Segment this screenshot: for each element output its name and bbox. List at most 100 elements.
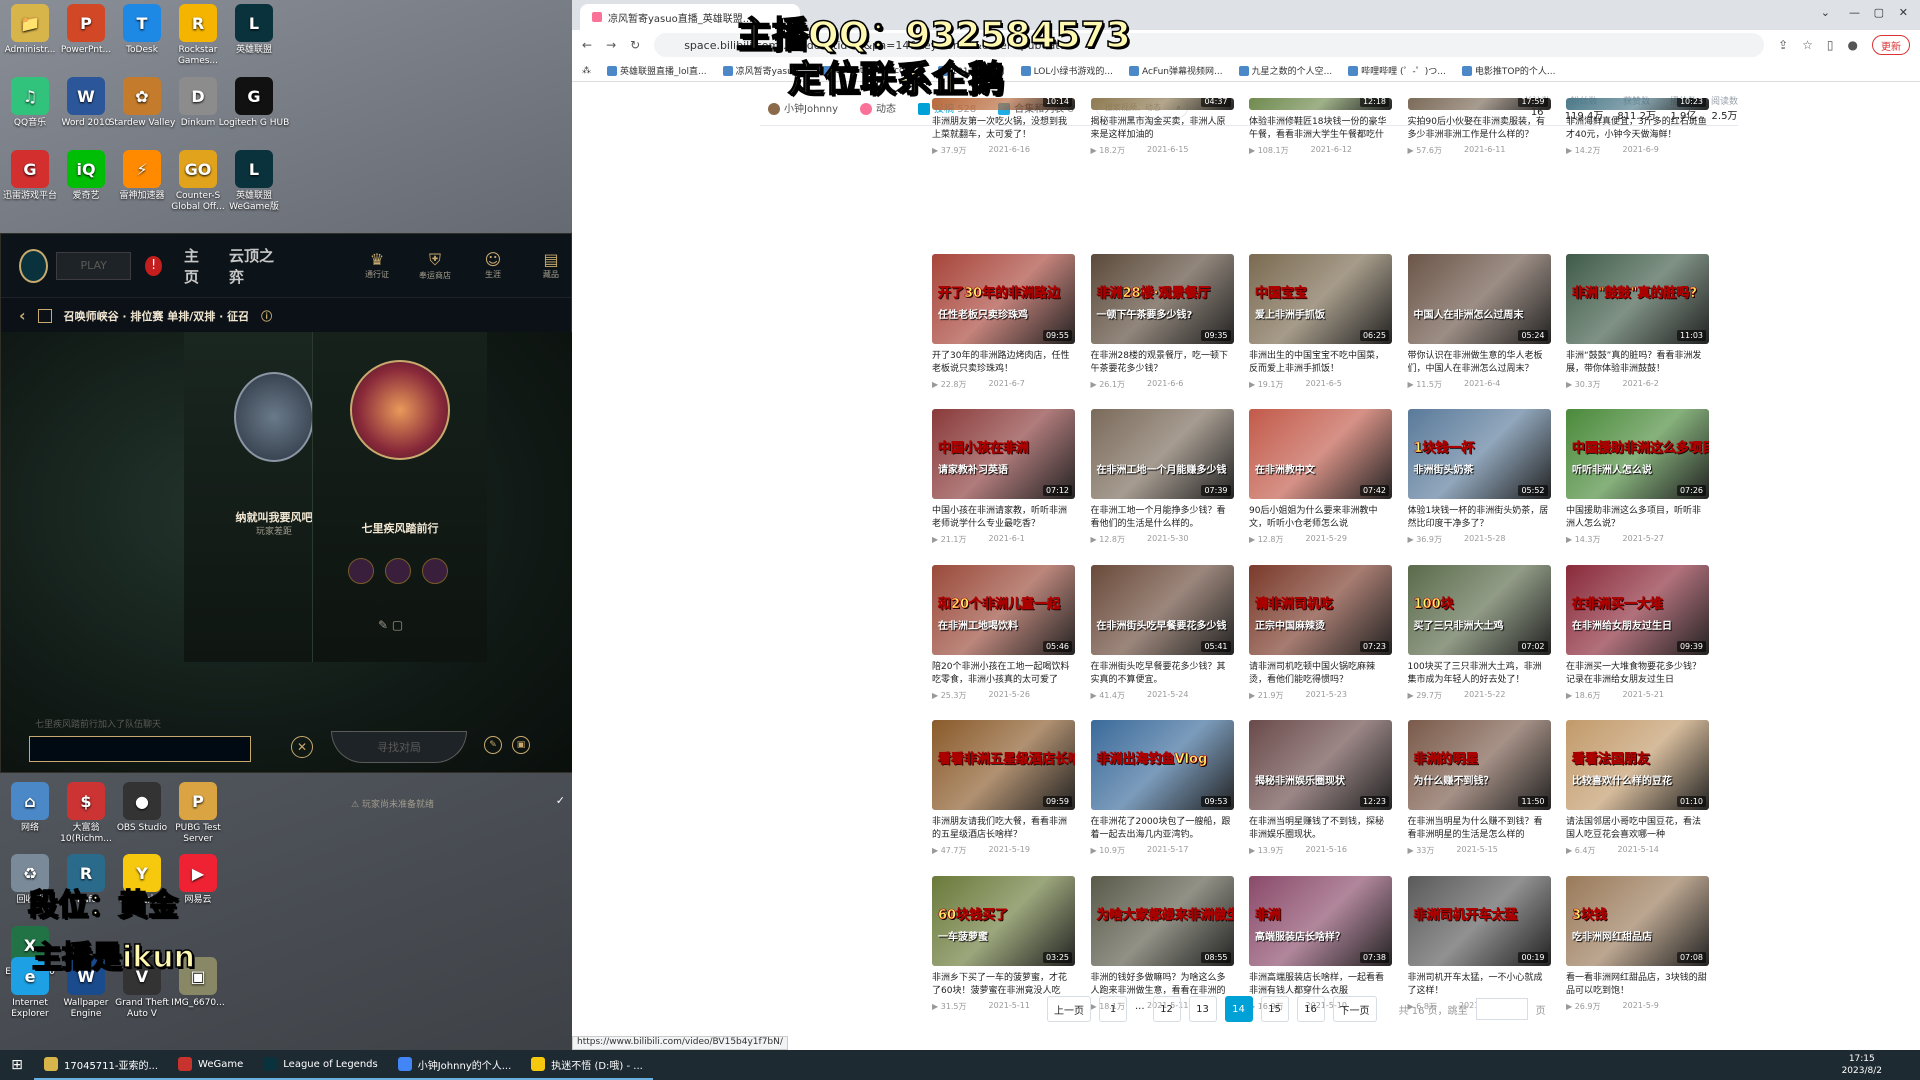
video-thumbnail[interactable]: 为啥大家都想来非洲做生意？ 08:55 bbox=[1090, 875, 1234, 966]
profile-name-tab[interactable]: 小钟Johnny bbox=[768, 100, 838, 115]
video-thumbnail[interactable]: 1块钱一杯 非洲街头奶茶 05:52 bbox=[1407, 409, 1551, 499]
chat-input[interactable] bbox=[29, 736, 251, 762]
back-icon[interactable]: ← bbox=[582, 38, 592, 52]
bookmark-item[interactable]: 英雄联盟直播_lol直... bbox=[607, 64, 707, 77]
maximize-icon[interactable]: ▢ bbox=[1874, 6, 1884, 19]
video-card[interactable]: 10:23 非洲海鲜真便宜，3斤多的红石斑鱼才40元，小钟今天做海鲜！ ▶ 14.2… bbox=[1566, 98, 1709, 243]
video-thumbnail[interactable]: 非洲28楼·观景餐厅 一顿下午茶要多少钱? 09:35 bbox=[1090, 253, 1234, 344]
video-title[interactable]: 在非洲当明星为什么赚不到钱？看看非洲明星的生活是怎么样的 bbox=[1408, 816, 1551, 842]
video-title[interactable]: 看一看非洲网红甜品店，3块钱的甜品可以吃到饱！ bbox=[1566, 972, 1709, 998]
tab-dynamic[interactable]: 动态 bbox=[860, 100, 896, 115]
video-card[interactable]: 中国宝宝 爱上非洲手抓饭 06:25 非洲出生的中国宝宝不吃中国菜，反而爱上非洲手抓饭… bbox=[1249, 253, 1392, 399]
video-thumbnail[interactable]: 非洲出海钓鱼Vlog 09:53 bbox=[1090, 720, 1234, 810]
lol-logo-icon[interactable] bbox=[19, 248, 48, 283]
video-thumbnail[interactable]: 10:23 bbox=[1566, 98, 1709, 110]
video-thumbnail[interactable]: 3块钱 吃非洲网红甜品店 07:08 bbox=[1566, 875, 1709, 966]
profile-avatar-icon[interactable]: ● bbox=[1848, 38, 1858, 52]
next-page-button[interactable]: 下一页 bbox=[1332, 996, 1377, 1022]
nav-store[interactable]: ⛨ 奉运商店 bbox=[415, 250, 455, 281]
video-thumbnail[interactable]: 非洲司机开车太猛 00:19 bbox=[1407, 875, 1551, 966]
bookmark-item[interactable]: 电影推TOP的个人... bbox=[1461, 64, 1555, 77]
video-title[interactable]: 非洲“鼓鼓”真的脏吗？看看非洲发展，带你体验非洲鼓鼓！ bbox=[1566, 350, 1709, 376]
video-card[interactable]: 12:18 体验非洲修鞋匠18块钱一份的豪华午餐，看看非洲大学生午餐都吃什 ▶ 10… bbox=[1249, 98, 1392, 243]
video-card[interactable]: 17:59 实拍90后小伙娶在非洲卖服装，有多少非洲非洲工作是什么样的？ ▶ 57.… bbox=[1407, 98, 1551, 243]
video-card[interactable]: 在非洲买一大堆 在非洲给女朋友过生日 09:39 在非洲买一大堆食物要花多少钱？记录在… bbox=[1566, 564, 1709, 710]
video-card[interactable]: 100块 买了三只非洲大土鸡 07:02 100块买了三只非洲大土鸡，非洲集市成为年轻… bbox=[1407, 564, 1551, 710]
video-thumbnail[interactable]: 看看法国朋友 比较喜欢什么样的豆花 01:10 bbox=[1566, 720, 1709, 810]
video-card[interactable]: 在非洲教中文 07:42 90后小姐姐为什么要来非洲教中文，听听小仓老师怎么说 ▶ 1… bbox=[1249, 409, 1392, 554]
video-title[interactable]: 实拍90后小伙娶在非洲卖服装，有多少非洲非洲工作是什么样的？ bbox=[1408, 116, 1551, 142]
video-title[interactable]: 揭秘非洲黑市淘金买卖，非洲人原来是这样加油的 bbox=[1091, 116, 1234, 142]
video-title[interactable]: 开了30年的非洲路边烤肉店，任性老板说只卖珍珠鸡！ bbox=[932, 350, 1075, 376]
video-title[interactable]: 在非洲买一大堆食物要花多少钱？记录在非洲给女朋友过生日 bbox=[1566, 661, 1709, 687]
video-thumbnail[interactable]: 中国援助非洲这么多项目 听听非洲人怎么说 07:26 bbox=[1566, 409, 1709, 499]
page-button[interactable]: 14 bbox=[1224, 996, 1253, 1022]
bookmark-star-icon[interactable]: ☆ bbox=[1802, 38, 1813, 52]
video-thumbnail[interactable]: 请非洲司机吃 正宗中国麻辣烫 07:23 bbox=[1249, 564, 1392, 655]
page-button[interactable]: 15 bbox=[1260, 996, 1289, 1022]
video-thumbnail[interactable]: 12:18 bbox=[1249, 98, 1392, 110]
page-button[interactable]: 16 bbox=[1296, 996, 1325, 1022]
spell-icon[interactable] bbox=[385, 558, 411, 584]
video-title[interactable]: 非洲高端服装店长啥样，一起看看非洲有钱人都穿什么衣服 bbox=[1249, 972, 1392, 998]
bookmark-item[interactable]: 九星之数的个人空... bbox=[1238, 64, 1332, 77]
video-card[interactable]: 1块钱一杯 非洲街头奶茶 05:52 体验1块钱一杯的非洲街头奶茶，居然比印度干净多了… bbox=[1407, 409, 1551, 554]
nav-pass[interactable]: ♛ 通行证 bbox=[357, 250, 397, 281]
desktop-icon[interactable]: G Logitech G HUB bbox=[218, 75, 290, 147]
video-title[interactable]: 陪20个非洲小孩在工地一起喝饮料吃零食，非洲小孩真的太可爱了 bbox=[932, 661, 1075, 687]
video-card[interactable]: 开了30年的非洲路边 任性老板只卖珍珠鸡 09:55 开了30年的非洲路边烤肉店，任性… bbox=[932, 253, 1075, 399]
taskbar-button[interactable]: League of Legends bbox=[253, 1050, 388, 1080]
video-thumbnail[interactable]: 非洲"鼓鼓"真的脏吗? 11:03 bbox=[1566, 253, 1709, 344]
cancel-queue-button[interactable]: ✕ bbox=[291, 736, 313, 758]
update-button[interactable]: 更新 bbox=[1872, 35, 1910, 55]
page-jump-input[interactable] bbox=[1475, 998, 1528, 1020]
page-button[interactable]: 13 bbox=[1188, 996, 1217, 1022]
video-card[interactable]: 在非洲工地一个月能赚多少钱 07:39 在非洲工地一个月能挣多少钱？看看他们的生活是… bbox=[1090, 409, 1234, 554]
system-clock[interactable]: 17:15 2023/8/2 bbox=[1842, 1053, 1882, 1077]
video-title[interactable]: 体验非洲修鞋匠18块钱一份的豪华午餐，看看非洲大学生午餐都吃什 bbox=[1249, 116, 1392, 142]
alert-icon[interactable]: ! bbox=[145, 255, 162, 276]
prev-page-button[interactable]: 上一页 bbox=[1047, 996, 1091, 1022]
info-icon[interactable]: ⓘ bbox=[261, 308, 272, 324]
video-thumbnail[interactable]: 在非洲街头吃早餐要花多少钱 05:41 bbox=[1090, 564, 1234, 655]
play-button[interactable]: PLAY bbox=[56, 251, 132, 280]
edit-icon[interactable]: ✎ ▢ bbox=[378, 618, 403, 632]
video-title[interactable]: 请非洲司机吃顿中国火锅吃麻辣烫，看他们能吃得惯吗？ bbox=[1249, 661, 1392, 687]
video-title[interactable]: 中国援助非洲这么多项目，听听非洲人怎么说？ bbox=[1566, 505, 1709, 531]
video-card[interactable]: 中国小孩在非洲 请家教补习英语 07:12 中国小孩在非洲请家教，听听非洲老师说学什么… bbox=[932, 409, 1075, 554]
video-card[interactable]: 非洲出海钓鱼Vlog 09:53 在非洲花了2000块包了一艘船，跟着一起去出海几内… bbox=[1090, 720, 1234, 865]
reload-icon[interactable]: ↻ bbox=[630, 38, 640, 52]
video-thumbnail[interactable]: 在非洲工地一个月能赚多少钱 07:39 bbox=[1090, 409, 1234, 499]
video-title[interactable]: 体验1块钱一杯的非洲街头奶茶，居然比印度干净多了？ bbox=[1408, 505, 1551, 531]
video-title[interactable]: 在非洲工地一个月能挣多少钱？看看他们的生活是什么样的。 bbox=[1091, 505, 1234, 531]
chevron-down-icon[interactable]: ⌄ bbox=[1821, 6, 1830, 19]
forward-icon[interactable]: → bbox=[606, 38, 616, 52]
video-thumbnail[interactable]: 揭秘非洲娱乐圈现状 12:23 bbox=[1249, 720, 1392, 810]
desktop-icon[interactable]: L 英雄联盟 bbox=[218, 2, 290, 74]
video-thumbnail[interactable]: 看看非洲五星级酒店长啥样 09:59 bbox=[932, 720, 1075, 810]
bookmark-item[interactable]: LOL小绿书游戏的... bbox=[1020, 64, 1113, 77]
video-card[interactable]: 04:37 揭秘非洲黑市淘金买卖，非洲人原来是这样加油的 ▶ 18.2万 2021-6… bbox=[1090, 98, 1234, 243]
bookmark-item[interactable]: 哔哩哔哩 (゜-゜)つ... bbox=[1348, 64, 1446, 77]
edit-lobby-icon[interactable]: ✎ bbox=[484, 736, 502, 754]
video-card[interactable]: 看看法国朋友 比较喜欢什么样的豆花 01:10 请法国邻居小哥吃中国豆花，看法国人吃豆… bbox=[1566, 720, 1709, 865]
video-thumbnail[interactable]: 04:37 bbox=[1090, 98, 1234, 110]
video-card[interactable]: 中国人在非洲怎么过周末 05:24 带你认识在非洲做生意的华人老板们，中国人在非洲怎… bbox=[1407, 253, 1551, 399]
video-title[interactable]: 非洲朋友请我们吃大餐，看看非洲的五星级酒店长啥样？ bbox=[932, 816, 1075, 842]
nav-profile[interactable]: ☺ 生涯 bbox=[473, 250, 513, 281]
video-title[interactable]: 非洲海鲜真便宜，3斤多的红石斑鱼才40元，小钟今天做海鲜！ bbox=[1566, 116, 1709, 142]
back-chevron-icon[interactable]: ‹ bbox=[19, 306, 26, 325]
bookmark-item[interactable]: AcFun弹幕视频网... bbox=[1128, 64, 1223, 77]
taskbar-button[interactable]: 17045711-亚索的... bbox=[34, 1050, 169, 1080]
video-card[interactable]: 和20个非洲儿童一起 在非洲工地喝饮料 05:46 陪20个非洲小孩在工地一起喝饮料吃… bbox=[932, 564, 1075, 710]
video-title[interactable]: 非洲的钱好多做嘛吗？为啥这么多人跑来非洲做生意，看看在非洲的 bbox=[1091, 972, 1234, 998]
video-card[interactable]: 看看非洲五星级酒店长啥样 09:59 非洲朋友请我们吃大餐，看看非洲的五星级酒店长啥… bbox=[932, 720, 1075, 865]
video-card[interactable]: 在非洲街头吃早餐要花多少钱 05:41 在非洲街头吃早餐要花多少钱？其实真的不算便宜… bbox=[1090, 564, 1234, 710]
emote-icon[interactable] bbox=[422, 558, 448, 584]
nav-tft[interactable]: 云顶之弈 bbox=[229, 245, 279, 287]
video-thumbnail[interactable]: 100块 买了三只非洲大土鸡 07:02 bbox=[1407, 564, 1551, 655]
video-thumbnail[interactable]: 中国宝宝 爱上非洲手抓饭 06:25 bbox=[1249, 253, 1392, 344]
share-icon[interactable]: ⇪ bbox=[1778, 38, 1788, 52]
find-match-button[interactable]: 寻找对局 bbox=[331, 731, 467, 763]
video-title[interactable]: 非洲乡下买了一车的菠萝蜜，才花了60块！菠萝蜜在非洲竟没人吃 bbox=[932, 972, 1075, 998]
